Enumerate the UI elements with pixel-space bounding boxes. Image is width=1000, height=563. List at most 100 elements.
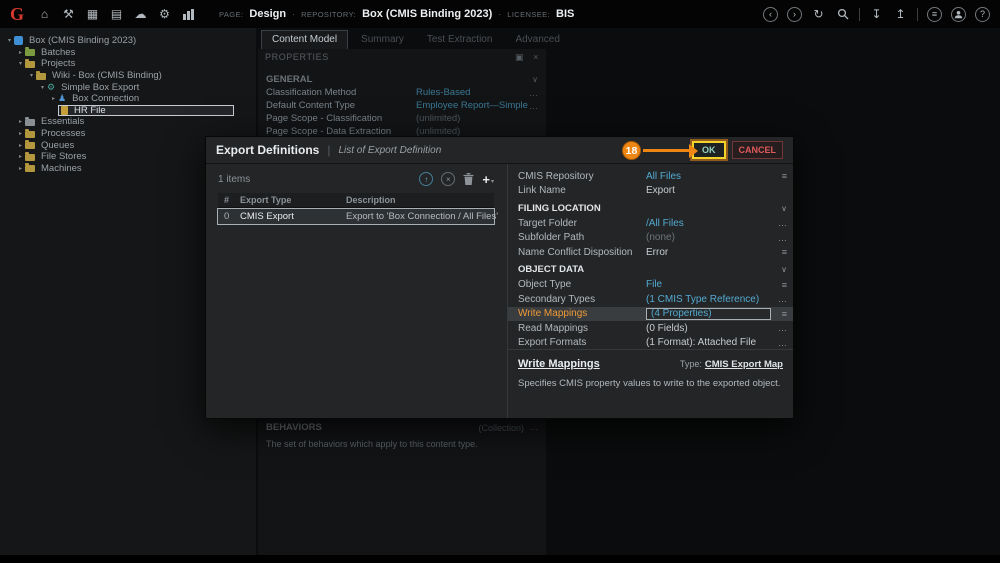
grid-row-export-formats[interactable]: Export Formats (1 Format): Attached File… bbox=[508, 336, 793, 351]
grid-row-read-mappings[interactable]: Read Mappings (0 Fields)… bbox=[508, 321, 793, 336]
tree-item-hr-file[interactable]: HR File bbox=[0, 104, 256, 117]
caret-right-icon[interactable]: ▸ bbox=[16, 130, 25, 137]
tree-item-projects[interactable]: ▾ Projects bbox=[0, 58, 256, 70]
property-row-default-content-type[interactable]: Default Content Type Employee Report—Simp… bbox=[258, 99, 546, 112]
ellipsis-icon[interactable]: … bbox=[773, 323, 787, 333]
grid-section-filing-location[interactable]: FILING LOCATION ∨ bbox=[508, 200, 793, 216]
grid-row-target-folder[interactable]: Target Folder/All Files… bbox=[508, 216, 793, 231]
property-value: (unlimited) bbox=[416, 113, 461, 124]
move-up-icon[interactable]: ↑ bbox=[419, 172, 434, 186]
add-export-button[interactable]: + ▾ bbox=[482, 173, 494, 186]
upload-icon[interactable]: ↥ bbox=[893, 8, 908, 20]
caret-right-icon[interactable]: ▸ bbox=[16, 49, 25, 56]
workflow-icon[interactable]: ⚙ bbox=[157, 8, 172, 20]
grid-row-label: Object Type bbox=[518, 279, 572, 291]
caret-right-icon[interactable]: ▸ bbox=[16, 118, 25, 125]
grid-row-value: /All Files bbox=[646, 217, 684, 229]
page-value[interactable]: Design bbox=[249, 8, 286, 20]
menu-icon[interactable]: ≡ bbox=[773, 247, 787, 257]
menu-icon[interactable]: ≡ bbox=[773, 309, 787, 319]
delete-icon[interactable] bbox=[463, 173, 474, 185]
tab-summary[interactable]: Summary bbox=[351, 31, 414, 49]
behaviors-section-header[interactable]: BEHAVIORS (Collection) … bbox=[258, 421, 546, 434]
cancel-button[interactable]: CANCEL bbox=[731, 141, 783, 159]
ellipsis-icon[interactable]: … bbox=[529, 101, 538, 111]
tree-item-label: Box (CMIS Binding 2023) bbox=[29, 35, 137, 47]
caret-down-icon[interactable]: ▾ bbox=[16, 60, 25, 67]
caret-right-icon[interactable]: ▸ bbox=[49, 95, 58, 102]
grid-icon[interactable]: ▦ bbox=[85, 8, 100, 20]
detail-type-link[interactable]: CMIS Export Map bbox=[705, 359, 783, 370]
caret-right-icon[interactable]: ▸ bbox=[16, 142, 25, 149]
folder-icon bbox=[25, 140, 35, 150]
grid-row-secondary-types[interactable]: Secondary Types (1 CMIS Type Reference)… bbox=[508, 292, 793, 307]
grid-value-editor[interactable]: (4 Properties) bbox=[646, 307, 771, 320]
tab-content-model[interactable]: Content Model bbox=[261, 30, 349, 49]
ellipsis-icon[interactable]: … bbox=[773, 218, 787, 228]
grid-row-object-type[interactable]: Object Type File ≡ bbox=[508, 278, 793, 293]
tools-icon[interactable]: ⚒ bbox=[61, 8, 76, 20]
general-section-header[interactable]: GENERAL ∨ bbox=[258, 73, 546, 86]
remove-icon[interactable]: × bbox=[441, 172, 456, 186]
selected-node-box: HR File bbox=[58, 104, 234, 117]
grid-row-name-conflict-disposition[interactable]: Name Conflict Disposition Error ≡ bbox=[508, 245, 793, 260]
grid-row-value: (1 CMIS Type Reference) bbox=[646, 293, 760, 305]
grid-row-label: Export Formats bbox=[518, 337, 587, 349]
folder-icon bbox=[25, 151, 35, 161]
menu-icon[interactable]: ≡ bbox=[773, 280, 787, 290]
forward-icon[interactable]: › bbox=[787, 6, 802, 22]
help-icon[interactable]: ? bbox=[975, 6, 990, 22]
caret-right-icon[interactable]: ▸ bbox=[16, 153, 25, 160]
annotation-arrow-head bbox=[689, 143, 698, 158]
behaviors-section: BEHAVIORS (Collection) … The set of beha… bbox=[258, 421, 546, 449]
caret-down-icon[interactable]: ▾ bbox=[27, 72, 36, 79]
user-icon[interactable] bbox=[951, 6, 966, 22]
tree-item-wiki-box-cmis-binding[interactable]: ▾ Wiki - Box (CMIS Binding) bbox=[0, 70, 256, 82]
grid-row-label: CMIS Repository bbox=[518, 170, 594, 182]
grid-row-value: All Files bbox=[646, 170, 682, 182]
tree-item-essentials[interactable]: ▸ Essentials bbox=[0, 116, 256, 128]
back-icon[interactable]: ‹ bbox=[763, 6, 778, 22]
tree-item-simple-box-export[interactable]: ▾ ⚙ Simple Box Export bbox=[0, 81, 256, 93]
export-definition-row[interactable]: 0 CMIS Export Export to 'Box Connection / … bbox=[217, 208, 498, 225]
dialog-subtitle: List of Export Definition bbox=[338, 144, 442, 156]
menu-icon[interactable]: ≡ bbox=[773, 171, 787, 181]
grid-row-label: Read Mappings bbox=[518, 322, 589, 334]
property-row-classification-method[interactable]: Classification Method Rules-Based… bbox=[258, 86, 546, 99]
tab-test-extraction[interactable]: Test Extraction bbox=[417, 31, 503, 49]
layers-icon[interactable]: ≡ bbox=[927, 6, 942, 22]
cloud-icon[interactable]: ☁ bbox=[133, 8, 148, 20]
archive-icon[interactable]: ▤ bbox=[109, 8, 124, 20]
separator-dot: · bbox=[292, 9, 296, 19]
chart-icon[interactable] bbox=[181, 8, 196, 20]
repository-value[interactable]: Box (CMIS Binding 2023) bbox=[362, 8, 492, 20]
home-icon[interactable]: ⌂ bbox=[37, 8, 52, 20]
ellipsis-icon[interactable]: … bbox=[529, 88, 538, 98]
caret-down-icon[interactable]: ▾ bbox=[38, 84, 47, 91]
property-row-page-scope-classification[interactable]: Page Scope - Classification (unlimited) bbox=[258, 112, 546, 125]
ellipsis-icon[interactable]: … bbox=[530, 423, 538, 432]
search-icon[interactable] bbox=[835, 8, 850, 20]
ellipsis-icon[interactable]: … bbox=[773, 233, 787, 243]
grid-row-cmis-repository[interactable]: CMIS Repository All Files ≡ bbox=[508, 169, 793, 184]
tree-item-box-connection[interactable]: ▸ ♟ Box Connection bbox=[0, 93, 256, 105]
export-gear-icon: ⚙ bbox=[47, 81, 56, 92]
caret-down-icon[interactable]: ▾ bbox=[5, 37, 14, 44]
general-section-label: GENERAL bbox=[266, 74, 313, 85]
grid-row-label: Name Conflict Disposition bbox=[518, 246, 633, 258]
caret-right-icon[interactable]: ▸ bbox=[16, 165, 25, 172]
tab-advanced[interactable]: Advanced bbox=[505, 31, 569, 49]
close-properties-icon[interactable]: × bbox=[533, 52, 539, 62]
download-icon[interactable]: ↧ bbox=[869, 8, 884, 20]
grid-row-link-name[interactable]: Link Name Export bbox=[508, 184, 793, 199]
ellipsis-icon[interactable]: … bbox=[773, 294, 787, 304]
tree-item-label: Batches bbox=[41, 46, 76, 58]
refresh-icon[interactable]: ↻ bbox=[811, 8, 826, 20]
tree-item-box-cmis-binding-2023[interactable]: ▾ Box (CMIS Binding 2023) bbox=[0, 35, 256, 47]
grid-section-object-data[interactable]: OBJECT DATA ∨ bbox=[508, 262, 793, 278]
tree-item-batches[interactable]: ▸ Batches bbox=[0, 47, 256, 59]
grid-row-write-mappings[interactable]: Write Mappings (4 Properties) ≡ bbox=[508, 306, 793, 321]
grid-row-subfolder-path[interactable]: Subfolder Path (none)… bbox=[508, 231, 793, 246]
save-properties-icon[interactable]: ▣ bbox=[515, 52, 524, 62]
ellipsis-icon[interactable]: … bbox=[773, 338, 787, 348]
